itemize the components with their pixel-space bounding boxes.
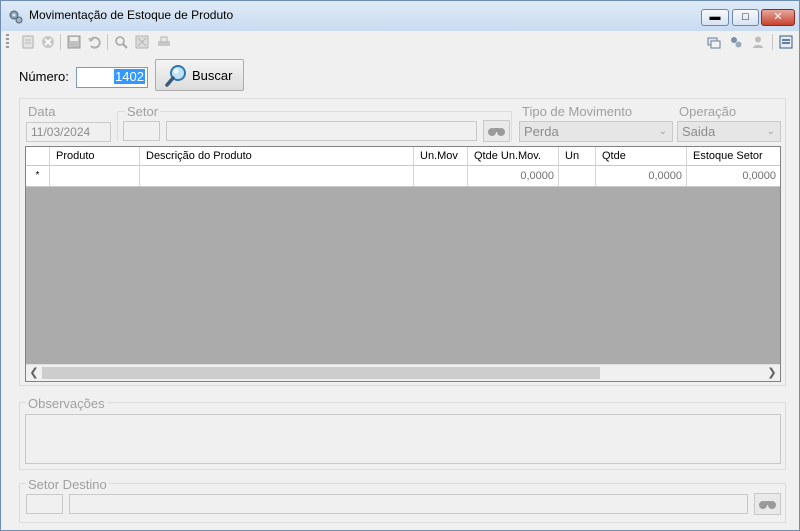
setor-name-field[interactable] [166, 121, 477, 141]
column-header-qtde[interactable]: Qtde [596, 147, 687, 165]
main-window: Movimentação de Estoque de Produto ▬ □ ✕… [0, 0, 800, 531]
toolbar-separator [107, 34, 108, 50]
observacoes-label: Observações [26, 396, 107, 411]
setor-label: Setor [125, 104, 161, 119]
cell-un[interactable] [559, 166, 596, 186]
buscar-button[interactable]: Buscar [155, 59, 244, 91]
cell-produto[interactable] [50, 166, 140, 186]
new-row-marker: * [26, 166, 50, 186]
setor-destino-lookup-button[interactable] [754, 493, 781, 515]
binoculars-icon [759, 501, 776, 509]
row-header-corner [26, 147, 50, 165]
app-gear-icon [9, 10, 23, 24]
setor-lookup-button[interactable] [483, 120, 510, 142]
save-icon[interactable] [67, 35, 81, 49]
column-header-un[interactable]: Un [559, 147, 596, 165]
observacoes-textarea[interactable] [25, 414, 781, 464]
data-field[interactable]: 11/03/2024 [26, 122, 111, 142]
numero-label: Número: [19, 69, 69, 84]
window-title: Movimentação de Estoque de Produto [29, 8, 234, 22]
settings-icon[interactable] [729, 35, 743, 49]
operacao-value: Saida [682, 124, 716, 139]
scrollbar-thumb[interactable] [42, 367, 600, 379]
cell-descricao[interactable] [140, 166, 414, 186]
data-label: Data [28, 104, 56, 119]
setor-destino-code-field[interactable] [26, 494, 63, 514]
buscar-label: Buscar [192, 68, 233, 83]
maximize-button[interactable]: □ [732, 9, 759, 26]
user-icon[interactable] [751, 35, 765, 49]
undo-icon[interactable] [87, 35, 101, 49]
title-bar: Movimentação de Estoque de Produto ▬ □ ✕ [1, 1, 799, 31]
print-icon[interactable] [157, 35, 171, 49]
binoculars-icon [488, 128, 505, 136]
toolbar [1, 31, 799, 53]
toolbar-separator [772, 34, 773, 50]
cell-qtde[interactable]: 0,0000 [596, 166, 687, 186]
grid-header: Produto Descrição do Produto Un.Mov Qtde… [26, 147, 780, 166]
zoom-icon[interactable] [135, 35, 149, 49]
items-grid[interactable]: Produto Descrição do Produto Un.Mov Qtde… [25, 146, 781, 382]
toolbar-grip[interactable] [6, 34, 9, 50]
column-header-estoque-setor[interactable]: Estoque Setor [687, 147, 780, 165]
numero-input[interactable]: 1402 [76, 67, 148, 88]
maximize-icon: □ [742, 11, 749, 23]
new-icon[interactable] [21, 35, 35, 49]
setor-code-field[interactable] [123, 121, 160, 141]
cancel-icon[interactable] [41, 35, 55, 49]
magnifier-icon [165, 65, 186, 87]
operacao-label: Operação [679, 104, 737, 119]
windows-icon[interactable] [707, 35, 721, 49]
column-header-produto[interactable]: Produto [50, 147, 140, 165]
tipo-movimento-label: Tipo de Movimento [522, 104, 633, 119]
scroll-right-icon[interactable]: ❯ [764, 365, 780, 381]
chevron-down-icon: ⌄ [658, 126, 667, 137]
horizontal-scrollbar[interactable]: ❮ ❯ [26, 364, 780, 381]
cell-estoque-setor[interactable]: 0,0000 [687, 166, 780, 186]
close-button[interactable]: ✕ [761, 9, 795, 26]
operacao-select[interactable]: Saida ⌄ [677, 121, 781, 142]
chevron-down-icon: ⌄ [766, 126, 775, 137]
close-icon: ✕ [773, 11, 783, 23]
setor-destino-label: Setor Destino [26, 477, 109, 492]
column-header-qtde-un-mov[interactable]: Qtde Un.Mov. [468, 147, 559, 165]
cell-qtde-un-mov[interactable]: 0,0000 [468, 166, 559, 186]
tipo-movimento-value: Perda [524, 124, 559, 139]
minimize-icon: ▬ [709, 11, 721, 23]
menu-icon[interactable] [779, 35, 793, 49]
minimize-button[interactable]: ▬ [701, 9, 729, 26]
cell-un-mov[interactable] [414, 166, 468, 186]
column-header-un-mov[interactable]: Un.Mov [414, 147, 468, 165]
setor-destino-name-field[interactable] [69, 494, 748, 514]
toolbar-separator [60, 34, 61, 50]
tipo-movimento-select[interactable]: Perda ⌄ [519, 121, 673, 142]
numero-value: 1402 [114, 69, 145, 84]
find-icon[interactable] [114, 35, 128, 49]
table-row[interactable]: * 0,0000 0,0000 0,0000 [26, 166, 780, 187]
scroll-left-icon[interactable]: ❮ [26, 365, 42, 381]
column-header-descricao[interactable]: Descrição do Produto [140, 147, 414, 165]
